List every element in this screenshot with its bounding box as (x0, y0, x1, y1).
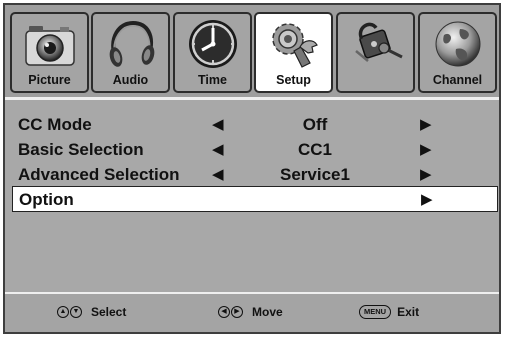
hint-label: Move (252, 305, 283, 319)
lock-key-icon (355, 22, 403, 62)
tab-setup[interactable]: Setup (254, 12, 333, 93)
menu-item-basic-selection[interactable]: Basic Selection ◀ CC1 ▶ (12, 137, 498, 163)
menu-item-advanced-selection[interactable]: Advanced Selection ◀ Service1 ▶ (12, 162, 498, 188)
menu-item-label: CC Mode (18, 115, 92, 134)
tab-lock[interactable] (336, 12, 415, 93)
menu-item-label: Advanced Selection (18, 165, 180, 184)
move-hint: ◀ ▶ Move (218, 305, 283, 319)
tab-channel[interactable]: Channel (418, 12, 497, 93)
tab-audio[interactable]: Audio (91, 12, 170, 93)
osd-menu: Picture Audio Time Setup Channel CC Mode… (3, 3, 501, 334)
up-button-icon: ▲ (57, 306, 69, 318)
right-button-icon: ▶ (231, 306, 243, 318)
tab-label: Channel (432, 73, 483, 87)
select-hint: ▲ ▼ Select (57, 305, 126, 319)
right-arrow-icon[interactable]: ▶ (420, 165, 432, 183)
tab-label: Setup (276, 73, 311, 87)
tab-label: Time (198, 73, 227, 87)
setup-menu: CC Mode ◀ Off ▶ Basic Selection ◀ CC1 ▶ … (5, 100, 499, 296)
left-arrow-icon[interactable]: ◀ (212, 140, 224, 158)
menu-item-label: Basic Selection (18, 140, 144, 159)
menu-key-icon: MENU (359, 305, 392, 319)
menu-item-value: Service1 (280, 165, 350, 184)
gear-wrench-icon (272, 23, 318, 68)
menu-item-cc-mode[interactable]: CC Mode ◀ Off ▶ (12, 112, 498, 138)
tab-time[interactable]: Time (173, 12, 252, 93)
right-arrow-icon[interactable]: ▶ (420, 115, 432, 133)
tab-label: Picture (28, 73, 71, 87)
menu-item-option[interactable]: Option ▶ (12, 186, 498, 212)
menu-item-value: Off (302, 115, 328, 134)
hint-label: Select (91, 305, 127, 319)
tab-bar: Picture Audio Time Setup Channel (5, 5, 499, 97)
right-arrow-icon[interactable]: ▶ (421, 190, 433, 208)
clock-icon (189, 20, 237, 68)
menu-item-label: Option (19, 190, 74, 209)
camera-icon (25, 26, 75, 66)
left-arrow-icon[interactable]: ◀ (212, 165, 224, 183)
globe-icon (435, 21, 481, 67)
exit-hint: MENU Exit (359, 305, 419, 319)
left-button-icon: ◀ (218, 306, 230, 318)
hint-label: Exit (397, 305, 420, 319)
menu-item-value: CC1 (297, 140, 332, 159)
right-arrow-icon[interactable]: ▶ (420, 140, 432, 158)
key-hint-bar: ▲ ▼ Select ◀ ▶ Move MENU Exit (5, 292, 499, 332)
down-button-icon: ▼ (70, 306, 82, 318)
tab-label: Audio (112, 73, 149, 87)
left-arrow-icon[interactable]: ◀ (212, 115, 224, 133)
headphones-icon (109, 20, 155, 67)
tab-picture[interactable]: Picture (10, 12, 89, 93)
